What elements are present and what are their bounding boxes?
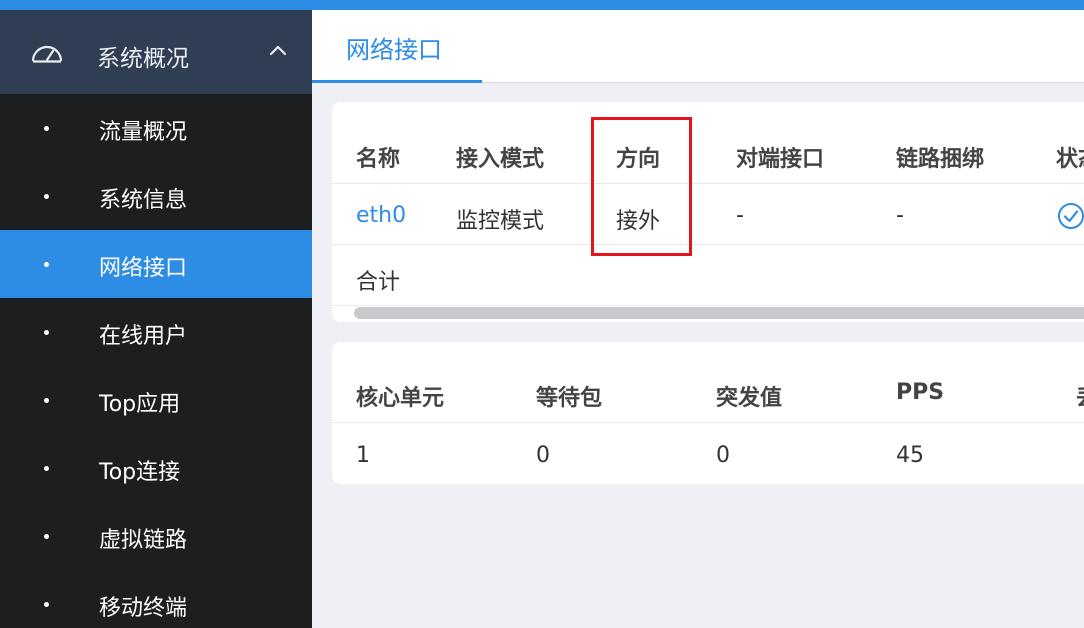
sidebar-section-title: 系统概况	[97, 46, 189, 72]
column-header-core-unit[interactable]: 核心单元	[356, 380, 444, 412]
interfaces-table-card: 名称 接入模式 方向 对端接口 链路捆绑 状态 eth0 监控模式 接外 - -…	[332, 102, 1084, 322]
bullet-dot	[44, 330, 49, 335]
sidebar-item-mobile-terminals[interactable]: 移动终端	[0, 570, 312, 628]
column-header-burst[interactable]: 突发值	[716, 380, 782, 412]
bullet-dot	[44, 534, 49, 539]
column-header-peer-interface[interactable]: 对端接口	[736, 141, 824, 173]
row-divider	[332, 422, 1084, 423]
active-tab-indicator	[312, 80, 482, 83]
sidebar-item-label: 虚拟链路	[99, 528, 188, 553]
sidebar-item-system-info[interactable]: 系统信息	[0, 162, 312, 230]
column-header-pps[interactable]: PPS	[896, 380, 944, 405]
total-label: 合计	[356, 270, 401, 295]
interface-name-link[interactable]: eth0	[356, 203, 406, 228]
dashboard-gauge-icon	[31, 45, 63, 63]
column-header-mode[interactable]: 接入模式	[456, 141, 544, 173]
sidebar-item-top-apps[interactable]: Top应用	[0, 366, 312, 434]
stat-waiting-packets: 0	[536, 443, 550, 468]
horizontal-scrollbar[interactable]	[354, 307, 1084, 319]
annotation-highlight-box	[591, 117, 692, 256]
column-header-status[interactable]: 状态	[1056, 141, 1084, 173]
sidebar-item-label: 在线用户	[99, 324, 188, 349]
top-accent-strip	[0, 0, 1084, 10]
sidebar-item-label: 流量概况	[99, 120, 188, 145]
chevron-up-icon[interactable]	[268, 43, 288, 57]
tab-label: 网络接口	[346, 36, 442, 64]
interface-peer: -	[736, 203, 744, 228]
bullet-dot	[44, 194, 49, 199]
sidebar-section-header[interactable]: 系统概况	[0, 10, 312, 94]
stats-table-card: 核心单元 等待包 突发值 PPS 丢 1 0 0 45	[332, 342, 1084, 484]
interface-mode: 监控模式	[456, 209, 545, 234]
sidebar-item-label: 移动终端	[99, 596, 188, 621]
tab-network-interfaces[interactable]: 网络接口	[312, 10, 482, 83]
bullet-dot	[44, 466, 49, 471]
row-divider	[332, 183, 1084, 184]
bullet-dot	[44, 398, 49, 403]
sidebar-item-label: Top应用	[99, 392, 181, 417]
stat-pps: 45	[896, 443, 924, 468]
interface-bond: -	[896, 203, 904, 228]
row-divider	[332, 244, 1084, 245]
bullet-dot	[44, 602, 49, 607]
column-header-name[interactable]: 名称	[356, 141, 400, 173]
column-header-waiting-packets[interactable]: 等待包	[536, 380, 602, 412]
bullet-dot	[44, 262, 49, 267]
sidebar-item-label: 系统信息	[99, 188, 188, 213]
sidebar-item-label: Top连接	[99, 460, 181, 485]
bullet-dot	[44, 126, 49, 131]
sidebar-item-traffic-overview[interactable]: 流量概况	[0, 94, 312, 162]
sidebar-item-virtual-links[interactable]: 虚拟链路	[0, 502, 312, 570]
sidebar: 系统概况 流量概况 系统信息 网络接口 在线用户 Top应用 Top连接 虚拟链…	[0, 10, 312, 628]
tab-bar: 网络接口	[312, 10, 1084, 83]
check-circle-icon	[1058, 203, 1084, 229]
row-divider	[332, 305, 1084, 306]
sidebar-item-network-interfaces[interactable]: 网络接口	[0, 230, 312, 298]
stat-burst: 0	[716, 443, 730, 468]
stat-core-unit: 1	[356, 443, 370, 468]
column-header-link-bonding[interactable]: 链路捆绑	[896, 141, 984, 173]
column-header-dropped[interactable]: 丢	[1076, 380, 1084, 412]
sidebar-item-online-users[interactable]: 在线用户	[0, 298, 312, 366]
sidebar-item-label: 网络接口	[99, 256, 188, 281]
sidebar-item-top-connections[interactable]: Top连接	[0, 434, 312, 502]
